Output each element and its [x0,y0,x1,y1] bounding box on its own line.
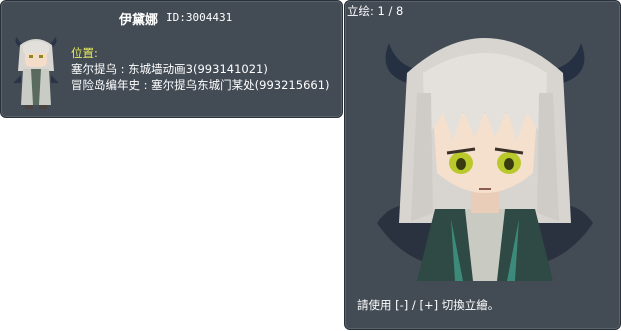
npc-name: 伊黛娜 [119,13,159,28]
portrait-switch-hint: 請使用 [-] / [+] 切換立繪。 [357,298,500,312]
npc-portrait-art [377,38,593,281]
npc-info-panel: 伊黛娜 ID:3004431 位置: 塞尔提乌 : 东城墙动画3(9931410… [0,0,343,118]
npc-thumbnail-icon [13,37,59,109]
location-line: 冒险岛编年史 : 塞尔提乌东城门某处(993215661) [71,78,330,92]
npc-id: ID:3004431 [166,11,233,24]
portrait-panel: 立绘: 1 / 8 請使用 [-] / [+] 切換立繪。 [344,0,621,330]
location-line: 塞尔提乌 : 东城墙动画3(993141021) [71,62,268,76]
location-label: 位置: [71,46,98,60]
